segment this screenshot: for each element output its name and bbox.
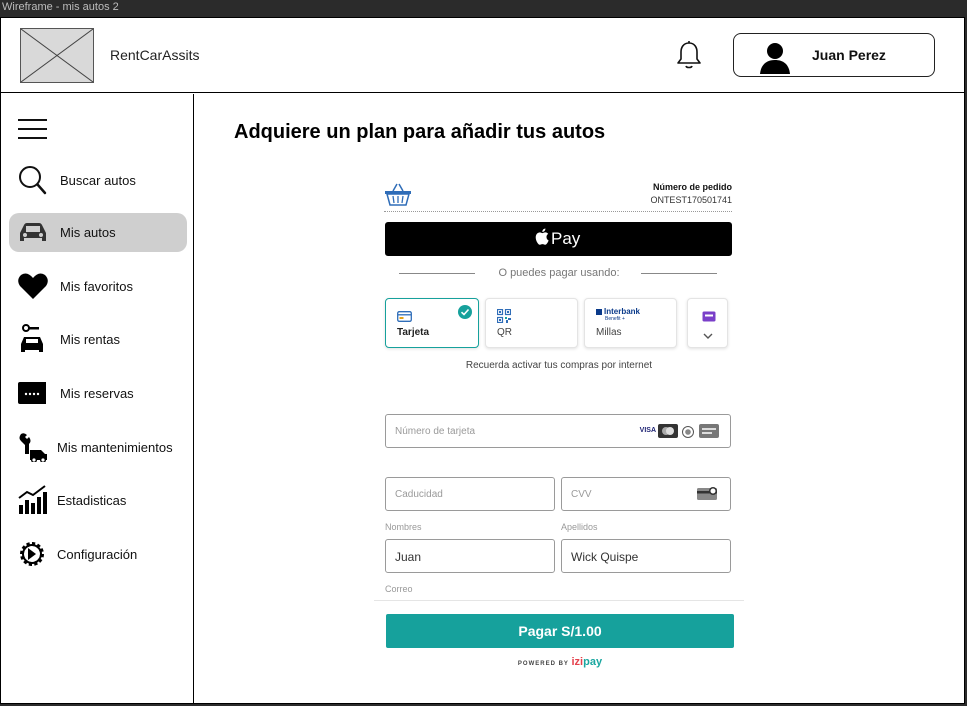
sidebar-item-label: Mis favoritos [60,279,133,294]
ticket-icon [17,378,49,408]
sidebar-item-estadisticas[interactable]: Estadisticas [9,481,187,519]
sidebar-item-mis-reservas[interactable]: Mis reservas [9,374,187,412]
method-millas[interactable]: Interbank Benefit + Millas [584,298,677,348]
lastname-label: Apellidos [561,522,598,532]
car-icon [17,217,49,247]
app-frame: RentCarAssits Juan Perez Buscar autos Mi… [0,17,965,704]
wrench-truck-icon [17,432,49,464]
diners-icon [681,425,695,443]
qr-icon [496,308,512,328]
apple-pay-button[interactable]: Pay [385,222,732,256]
names-value: Juan [395,550,422,564]
powered-by-izipay: POWERED BY izipay [374,656,746,668]
user-avatar-icon [758,40,792,74]
sidebar-item-configuracion[interactable]: Configuración [9,535,187,573]
sidebar-item-label: Estadisticas [57,493,127,508]
chevron-down-icon [703,327,713,345]
names-input[interactable]: Juan [385,539,555,573]
sidebar-item-label: Configuración [57,547,138,562]
sidebar-item-mis-mantenimientos[interactable]: Mis mantenimientos [9,428,187,466]
interbank-sub: Benefit + [605,316,625,322]
card-number-input[interactable]: Número de tarjeta VISA [385,414,731,448]
amex-icon [699,424,719,443]
lastname-value: Wick Quispe [571,550,639,564]
names-label: Nombres [385,522,422,532]
method-tarjeta[interactable]: Tarjeta [385,298,479,348]
sidebar-item-label: Mis mantenimientos [57,440,173,455]
card-icon [397,309,412,327]
sidebar: Buscar autos Mis autos Mis favoritos Mis… [1,94,194,703]
cvv-input[interactable]: CVV [561,477,731,511]
method-label: QR [497,327,512,338]
brand-name[interactable]: RentCarAssits [110,47,199,63]
card-number-placeholder: Número de tarjeta [395,426,476,437]
basket-icon [384,182,412,208]
interbank-brand: Interbank [604,307,641,316]
sidebar-item-label: Mis reservas [60,386,134,401]
wallet-icon [702,309,716,327]
email-label: Correo [385,584,413,594]
top-header: RentCarAssits Juan Perez [1,18,964,93]
payment-widget: Número de pedido ONTEST170501741 Pay O p… [374,178,744,698]
expiry-input[interactable]: Caducidad [385,477,555,511]
search-icon [17,165,49,195]
user-name: Juan Perez [812,47,886,63]
sidebar-item-buscar-autos[interactable]: Buscar autos [9,161,187,199]
main-content: Adquiere un plan para añadir tus autos N… [195,94,964,703]
heart-icon [17,271,49,301]
method-qr[interactable]: QR [485,298,578,348]
order-number-value: ONTEST170501741 [650,195,732,205]
powered-by-text: POWERED BY [517,661,569,667]
sidebar-item-label: Mis rentas [60,332,120,347]
order-number-label: Número de pedido [652,182,732,192]
bell-icon[interactable] [673,39,705,71]
sidebar-item-label: Mis autos [60,225,116,240]
gear-icon [17,539,49,569]
method-label: Tarjeta [397,327,430,338]
key-car-icon [17,324,49,354]
sidebar-item-label: Buscar autos [60,173,136,188]
apple-logo-icon [535,228,549,250]
izi-text: izi [571,656,584,668]
expiry-placeholder: Caducidad [395,489,443,500]
logo-placeholder-image [20,28,94,83]
pay-button[interactable]: Pagar S/1.00 [386,614,734,648]
method-label: Millas [596,327,622,338]
divider [384,211,732,212]
sidebar-item-mis-rentas[interactable]: Mis rentas [9,320,187,358]
mastercard-icon [658,424,678,443]
cvv-placeholder: CVV [571,489,592,500]
interbank-icon: Interbank [596,307,640,316]
chart-icon [17,485,49,515]
izipay-logo: izipay [571,656,602,668]
divider [374,600,744,601]
divider-right [641,273,717,274]
pay-text: pay [583,656,603,668]
user-profile-button[interactable]: Juan Perez [733,33,935,77]
method-more[interactable] [687,298,728,348]
sidebar-item-mis-autos[interactable]: Mis autos [9,213,187,252]
reminder-text: Recuerda activar tus compras por interne… [465,360,653,371]
selected-check-icon [458,305,472,319]
cvv-card-icon [697,487,719,506]
lastname-input[interactable]: Wick Quispe [561,539,731,573]
visa-icon: VISA [639,427,656,434]
window-title: Wireframe - mis autos 2 [2,1,119,13]
sidebar-item-mis-favoritos[interactable]: Mis favoritos [9,267,187,305]
apple-pay-label: Pay [551,229,581,248]
page-title: Adquiere un plan para añadir tus autos [234,121,606,143]
menu-hamburger-icon[interactable] [18,118,48,140]
